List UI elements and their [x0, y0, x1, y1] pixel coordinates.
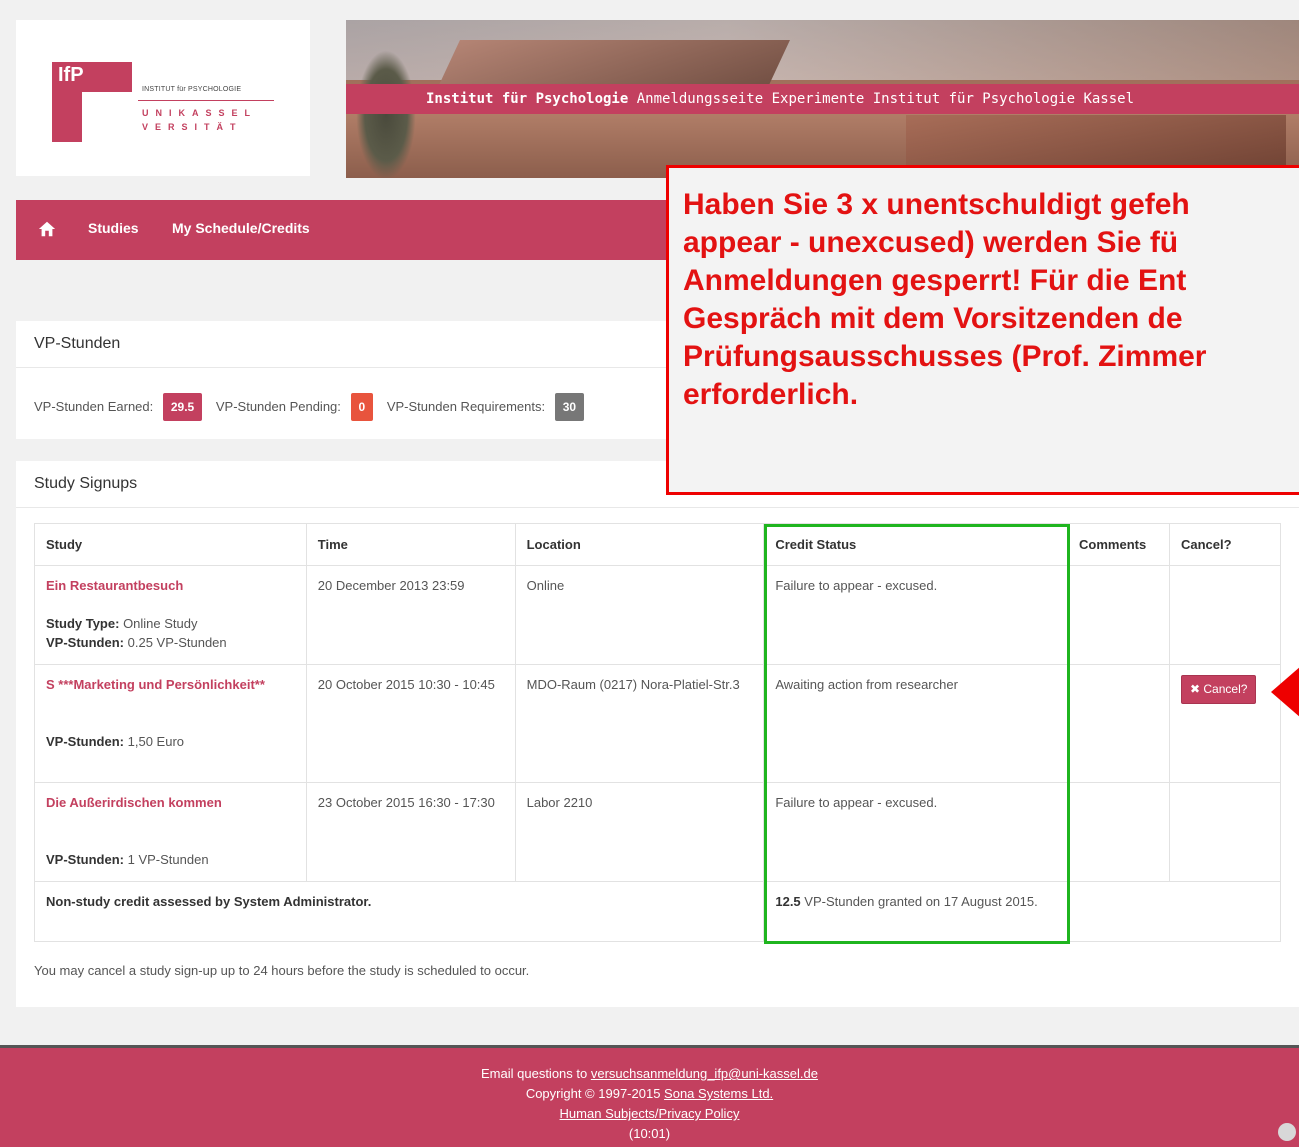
- cancel-cell: [1169, 565, 1281, 665]
- footer-time: (10:01): [628, 1126, 671, 1141]
- logo-divider: [138, 100, 274, 101]
- footer-privacy-link[interactable]: Human Subjects/Privacy Policy: [560, 1106, 740, 1121]
- study-vp: VP-Stunden: 1,50 Euro: [46, 734, 184, 749]
- signups-table: Study Time Location Credit Status Commen…: [33, 523, 1281, 942]
- col-cancel: Cancel?: [1169, 523, 1281, 566]
- earned-badge: 29.5: [162, 393, 203, 421]
- comments-cell: [1067, 664, 1170, 783]
- cancel-cell: ✖ Cancel?: [1169, 664, 1281, 783]
- time-cell: 20 December 2013 23:59: [305, 565, 516, 665]
- location-cell: Online: [514, 565, 765, 665]
- nav-studies[interactable]: Studies: [88, 220, 139, 236]
- nav-my-schedule-credits[interactable]: My Schedule/Credits: [172, 220, 310, 236]
- requirements-badge: 30: [554, 393, 585, 421]
- study-link[interactable]: Ein Restaurantbesuch: [46, 576, 295, 595]
- nonstudy-label: Non-study credit assessed by System Admi…: [33, 881, 765, 942]
- col-location: Location: [514, 523, 765, 566]
- logo-mark-text: IfP: [58, 64, 84, 86]
- logo-university-text: UNIKASSEL VERSITÄT: [142, 106, 257, 134]
- logo-uni-line2: VERSITÄT: [142, 122, 243, 132]
- location-cell: MDO-Raum (0217) Nora-Platiel-Str.3: [514, 664, 765, 783]
- study-type: Study Type: Online Study: [46, 616, 198, 631]
- footer-copyright-line: Copyright © 1997-2015 Sona Systems Ltd.: [525, 1086, 774, 1101]
- red-arrow-icon: [1271, 666, 1299, 718]
- footer-email-link[interactable]: versuchsanmeldung_ifp@uni-kassel.de: [591, 1066, 818, 1081]
- study-link[interactable]: Die Außerirdischen kommen: [46, 793, 295, 812]
- cancel-signup-button[interactable]: ✖ Cancel?: [1181, 675, 1257, 704]
- time-cell: 20 October 2015 10:30 - 10:45: [305, 664, 516, 783]
- logo-institute-text: INSTITUT für PSYCHOLOGIE: [142, 86, 242, 93]
- credit-status-highlight-box: [764, 524, 1070, 944]
- scroll-top-icon[interactable]: [1278, 1123, 1296, 1141]
- logo-uni-line1: UNIKASSEL: [142, 108, 258, 118]
- banner-title-bold: Institut für Psychologie: [426, 91, 629, 107]
- comments-cell: [1067, 565, 1170, 665]
- table-header-row: Study Time Location Credit Status Commen…: [34, 523, 1281, 566]
- banner-title: Institut für Psychologie Anmeldungsseite…: [346, 84, 1299, 114]
- nonstudy-empty: [1067, 881, 1281, 942]
- cancel-cell: [1169, 782, 1281, 882]
- logo-mark-inner: [82, 92, 132, 142]
- footer: Email questions to versuchsanmeldung_ifp…: [0, 1045, 1299, 1147]
- study-cell: Die Außerirdischen kommen VP-Stunden: 1 …: [34, 782, 307, 882]
- requirements-label: VP-Stunden Requirements:: [386, 399, 546, 414]
- col-study: Study: [34, 523, 307, 566]
- study-cell: S ***Marketing und Persönlichkeit** VP-S…: [34, 664, 307, 783]
- study-cell: Ein Restaurantbesuch Study Type: Online …: [34, 565, 307, 665]
- col-comments: Comments: [1067, 523, 1170, 566]
- table-row: Ein Restaurantbesuch Study Type: Online …: [34, 565, 1281, 665]
- time-cell: 23 October 2015 16:30 - 17:30: [305, 782, 516, 882]
- study-vp: VP-Stunden: 1 VP-Stunden: [46, 852, 209, 867]
- pending-label: VP-Stunden Pending:: [215, 399, 341, 414]
- logo-mark: IfP: [52, 62, 132, 142]
- table-row-nonstudy: Non-study credit assessed by System Admi…: [33, 881, 1281, 942]
- study-signups-panel: Study Signups Study Time Location Credit…: [16, 461, 1299, 1007]
- study-link[interactable]: S ***Marketing und Persönlichkeit**: [46, 675, 295, 694]
- table-row: S ***Marketing und Persönlichkeit** VP-S…: [34, 664, 1281, 783]
- col-time: Time: [305, 523, 516, 566]
- location-cell: Labor 2210: [514, 782, 765, 882]
- warning-callout: Haben Sie 3 x unentschuldigt gefeh appea…: [666, 165, 1299, 495]
- cancel-policy-note: You may cancel a study sign-up up to 24 …: [34, 963, 530, 978]
- banner-tree: [356, 50, 416, 178]
- footer-email-line: Email questions to versuchsanmeldung_ifp…: [481, 1066, 818, 1081]
- pending-badge: 0: [350, 393, 374, 421]
- earned-label: VP-Stunden Earned:: [34, 399, 154, 414]
- table-row: Die Außerirdischen kommen VP-Stunden: 1 …: [34, 782, 1281, 882]
- banner-title-rest: Anmeldungsseite Experimente Institut für…: [628, 91, 1135, 107]
- footer-company-link[interactable]: Sona Systems Ltd.: [664, 1086, 773, 1101]
- vp-stunden-summary: VP-Stunden Earned: 29.5 VP-Stunden Pendi…: [34, 393, 594, 421]
- study-vp: VP-Stunden: 0.25 VP-Stunden: [46, 635, 227, 650]
- home-icon[interactable]: [38, 220, 56, 238]
- comments-cell: [1067, 782, 1170, 882]
